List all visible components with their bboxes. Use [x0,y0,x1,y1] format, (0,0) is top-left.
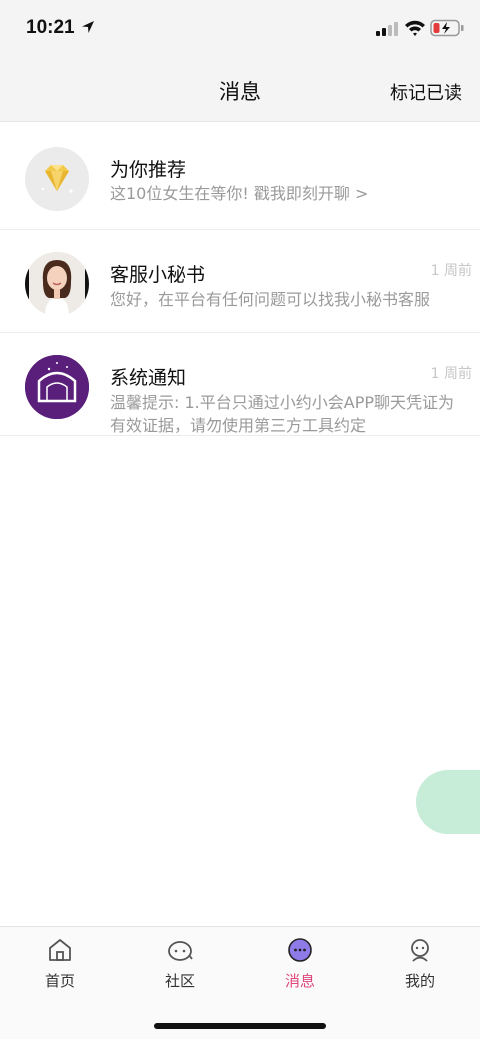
location-arrow-icon [82,21,94,33]
nav-bar: 消息 标记已读 [0,58,480,122]
message-item-recommend[interactable]: 为你推荐 这10位女生在等你! 戳我即刻开聊 > [0,123,480,230]
message-preview: 这10位女生在等你! 戳我即刻开聊 > [110,184,369,203]
wifi-icon [405,20,425,36]
message-item-system[interactable]: 系统通知 1 周前 温馨提示: 1.平台只通过小约小会APP聊天凭证为有效证据，… [0,333,480,436]
diamond-avatar [25,147,89,211]
tab-messages[interactable]: 消息 [240,927,360,1003]
status-bar: 10:21 [0,0,480,58]
signal-icon [376,22,398,36]
tab-profile[interactable]: 我的 [360,927,480,1003]
home-icon [49,939,71,961]
support-avatar [25,252,89,316]
tab-label: 首页 [44,972,75,990]
tab-home[interactable]: 首页 [0,927,120,1003]
messages-screen: 10:21 消息 标记已读 为你推荐 这10位女生在等你! 戳我即刻开聊 > 客… [0,0,480,1039]
status-time: 10:21 [26,17,75,38]
message-item-support[interactable]: 客服小秘书 1 周前 您好，在平台有任何问题可以找我小秘书客服 [0,230,480,333]
woman-portrait-icon [25,252,89,316]
tab-label: 社区 [164,972,195,990]
mark-all-read-button[interactable]: 标记已读 [390,79,462,105]
message-list: 为你推荐 这10位女生在等你! 戳我即刻开聊 > 客服小秘书 1 周前 您好，在… [0,123,480,436]
home-indicator [154,1023,326,1029]
tab-community[interactable]: 社区 [120,927,240,1003]
tab-label: 消息 [284,972,315,990]
system-logo-avatar [25,355,89,419]
community-icon [168,941,193,961]
battery-low-icon [430,19,464,37]
castle-logo-icon [25,355,89,419]
message-title: 系统通知 [110,367,187,389]
message-time: 1 周前 [430,366,472,382]
message-title: 客服小秘书 [110,264,206,286]
message-icon [288,938,312,962]
profile-icon [411,939,429,962]
message-preview: 您好，在平台有任何问题可以找我小秘书客服 [110,290,431,309]
tab-label: 我的 [404,972,435,990]
floating-action-button[interactable] [416,770,480,834]
message-title: 为你推荐 [110,159,187,181]
message-time: 1 周前 [430,263,472,279]
message-preview: 温馨提示: 1.平台只通过小约小会APP聊天凭证为有效证据，请勿使用第三方工具约… [110,393,454,435]
diamond-icon [25,147,89,211]
tab-bar: 首页 社区 消息 我的 [0,926,480,1039]
